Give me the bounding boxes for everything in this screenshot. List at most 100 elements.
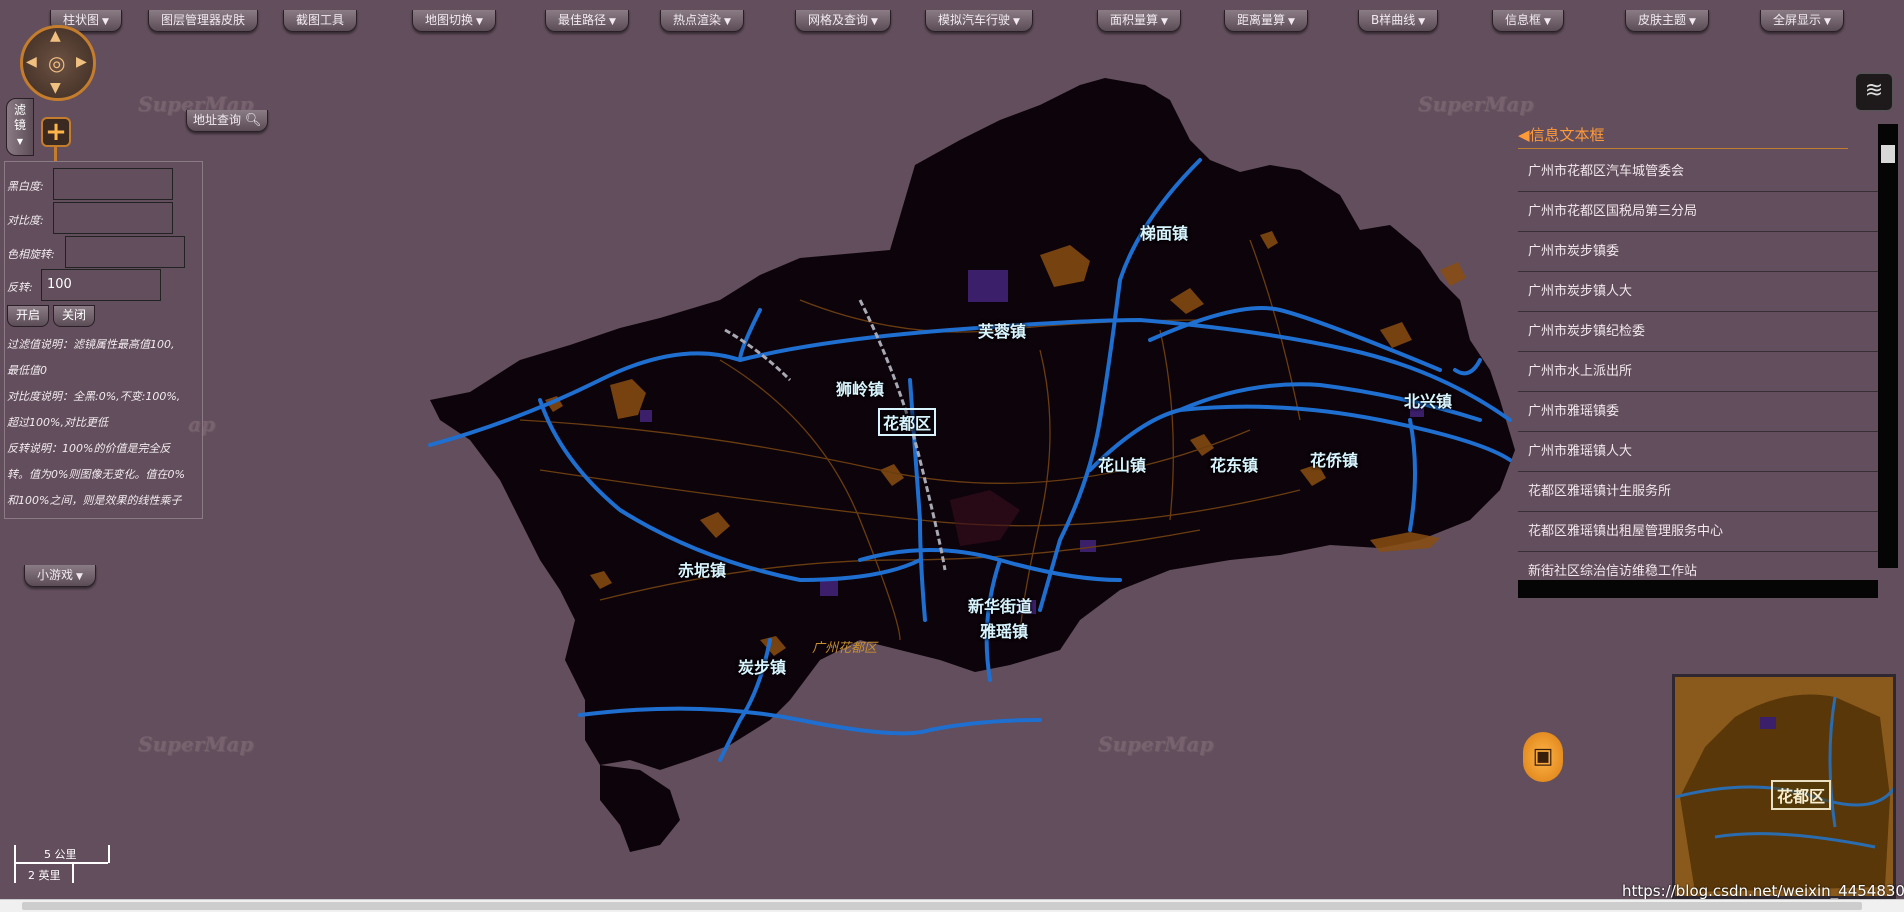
toolbar-button[interactable]: 皮肤主题 ▼ xyxy=(1625,10,1709,32)
toolbar-button-label: 模拟汽车行驶 xyxy=(938,13,1011,27)
search-icon: 🔍︎ xyxy=(244,113,262,128)
info-box-horizontal-scrollbar[interactable] xyxy=(1518,580,1878,598)
toolbox-icon[interactable]: ▣ xyxy=(1523,732,1563,782)
mini-game-label: 小游戏 xyxy=(37,568,74,582)
hue-rotate-input[interactable] xyxy=(65,236,185,268)
pan-center-icon[interactable]: ◎ xyxy=(48,51,65,75)
filter-open-button[interactable]: 开启 xyxy=(7,305,50,327)
filter-tab[interactable]: 滤镜 ▼ xyxy=(6,98,34,156)
pan-down-icon[interactable]: ▼ xyxy=(50,80,61,96)
district-polygon xyxy=(430,78,1515,770)
filter-note: 最低值0 xyxy=(7,364,47,377)
info-list-item[interactable]: 广州市炭步镇纪检委 xyxy=(1518,312,1878,352)
info-list-item[interactable]: 广州市雅瑶镇人大 xyxy=(1518,432,1878,472)
chevron-down-icon: ▼ xyxy=(102,17,109,27)
scrollbar-thumb[interactable] xyxy=(1881,145,1895,163)
filter-note: 对比度说明：全黑:0%,不变:100%, xyxy=(7,390,181,403)
info-list-item[interactable]: 花都区雅瑶镇出租屋管理服务中心 xyxy=(1518,512,1878,552)
zoom-slider-stub xyxy=(54,147,57,161)
grayscale-label: 黑白度: xyxy=(7,180,44,193)
scale-tick xyxy=(108,845,110,863)
toolbar-button[interactable]: 图层管理器皮肤 xyxy=(148,10,259,32)
toolbar-button[interactable]: 最佳路径 ▼ xyxy=(545,10,629,32)
hue-rotate-label: 色相旋转: xyxy=(7,248,55,261)
scale-imperial-label: 2 英里 xyxy=(28,869,61,882)
chevron-down-icon: ▼ xyxy=(1161,17,1168,27)
pan-control[interactable]: ▲ ▼ ◀ ▶ ◎ xyxy=(20,25,96,101)
collapse-arrow-icon[interactable]: ◀ xyxy=(1518,126,1530,144)
address-query-button[interactable]: 地址查询 🔍︎ xyxy=(186,110,269,132)
map-viewport[interactable]: SuperMap SuperMap SuperMap SuperMap ap 梯… xyxy=(0,0,1904,912)
info-list-item[interactable]: 广州市炭步镇委 xyxy=(1518,232,1878,272)
toolbar-button-label: 网格及查询 xyxy=(808,13,869,27)
toolbar-button-label: 柱状图 xyxy=(63,13,100,27)
contrast-input[interactable] xyxy=(53,202,173,234)
info-list-item[interactable]: 广州市雅瑶镇委 xyxy=(1518,392,1878,432)
info-list-item[interactable]: 广州市花都区汽车城管委会 xyxy=(1518,152,1878,192)
filter-tab-label: 滤镜 xyxy=(13,103,26,132)
chevron-down-icon: ▼ xyxy=(1544,17,1551,27)
chevron-down-icon: ▼ xyxy=(724,17,731,27)
overview-map[interactable]: 花都区 xyxy=(1672,674,1896,899)
address-query-label: 地址查询 xyxy=(193,113,242,127)
toolbar-button[interactable]: B样曲线 ▼ xyxy=(1358,10,1439,32)
footer-url: https://blog.csdn.net/weixin_44548307 xyxy=(1622,882,1904,900)
place-label[interactable]: 狮岭镇 xyxy=(836,376,884,400)
toolbar-button[interactable]: 面积量算 ▼ xyxy=(1097,10,1181,32)
place-label[interactable]: 赤坭镇 xyxy=(678,557,726,581)
toolbar-button-label: 地图切换 xyxy=(425,13,474,27)
toolbar-button-label: 皮肤主题 xyxy=(1638,13,1687,27)
mini-game-button[interactable]: 小游戏 ▼ xyxy=(24,565,96,587)
place-label[interactable]: 花侨镇 xyxy=(1310,447,1358,471)
chevron-down-icon: ▼ xyxy=(609,17,616,27)
zoom-in-button[interactable]: + xyxy=(41,117,71,147)
place-label[interactable]: 花东镇 xyxy=(1210,452,1258,476)
watermark: SuperMap xyxy=(1098,732,1214,756)
info-box-title-text: 信息文本框 xyxy=(1529,126,1605,144)
toolbar-button-label: 图层管理器皮肤 xyxy=(161,13,246,27)
toolbar-button-label: 信息框 xyxy=(1505,13,1542,27)
pan-up-icon[interactable]: ▲ xyxy=(50,28,61,44)
toolbar-button[interactable]: 全屏显示 ▼ xyxy=(1760,10,1844,32)
place-label[interactable]: 北兴镇 xyxy=(1404,388,1452,412)
place-label[interactable]: 芙蓉镇 xyxy=(978,318,1026,342)
chevron-down-icon: ▼ xyxy=(1689,17,1696,27)
place-label[interactable]: 雅瑶镇 xyxy=(980,618,1028,642)
info-list-item[interactable]: 广州市水上派出所 xyxy=(1518,352,1878,392)
info-list-item[interactable]: 广州市花都区国税局第三分局 xyxy=(1518,192,1878,232)
place-label[interactable]: 梯面镇 xyxy=(1140,220,1188,244)
chevron-down-icon: ▼ xyxy=(76,572,83,582)
pan-left-icon[interactable]: ◀ xyxy=(26,54,37,70)
toolbar-button[interactable]: 信息框 ▼ xyxy=(1492,10,1564,32)
page-horizontal-scrollbar[interactable] xyxy=(0,899,1904,912)
place-label[interactable]: 炭步镇 xyxy=(738,654,786,678)
filter-close-button[interactable]: 关闭 xyxy=(53,305,96,327)
district-label[interactable]: 花都区 xyxy=(878,408,937,436)
grayscale-input[interactable] xyxy=(53,168,173,200)
chevron-down-icon: ▼ xyxy=(1824,17,1831,27)
filter-note: 和100%之间，则是效果的线性乘子 xyxy=(7,494,182,507)
toolbar-button[interactable]: 截图工具 xyxy=(283,10,358,32)
overview-district-label: 花都区 xyxy=(1771,780,1832,810)
info-list-item[interactable]: 花都区雅瑶镇计生服务所 xyxy=(1518,472,1878,512)
scrollbar-thumb[interactable] xyxy=(22,902,1862,910)
pan-right-icon[interactable]: ▶ xyxy=(76,54,87,70)
toolbar-button[interactable]: 地图切换 ▼ xyxy=(412,10,496,32)
scale-tick xyxy=(14,845,16,883)
toolbar-button[interactable]: 热点渲染 ▼ xyxy=(660,10,744,32)
chevron-down-icon: ▼ xyxy=(476,17,483,27)
toolbar-button[interactable]: 网格及查询 ▼ xyxy=(795,10,891,32)
toolbar-button[interactable]: 距离量算 ▼ xyxy=(1224,10,1308,32)
info-box-vertical-scrollbar[interactable] xyxy=(1878,124,1898,568)
scale-line-metric xyxy=(14,862,108,864)
invert-input[interactable]: 100 xyxy=(41,269,161,301)
place-label[interactable]: 新华街道 xyxy=(968,593,1032,617)
info-list-item[interactable]: 广州市炭步镇人大 xyxy=(1518,272,1878,312)
place-label[interactable]: 花山镇 xyxy=(1098,452,1146,476)
map-sub-label: 广州花都区 xyxy=(812,641,878,656)
layers-icon[interactable]: ≋ xyxy=(1855,73,1893,111)
filter-note: 过滤值说明：滤镜属性最高值100, xyxy=(7,338,175,351)
toolbar-button-label: 截图工具 xyxy=(296,13,345,27)
watermark: SuperMap xyxy=(1418,92,1534,116)
toolbar-button[interactable]: 模拟汽车行驶 ▼ xyxy=(925,10,1033,32)
